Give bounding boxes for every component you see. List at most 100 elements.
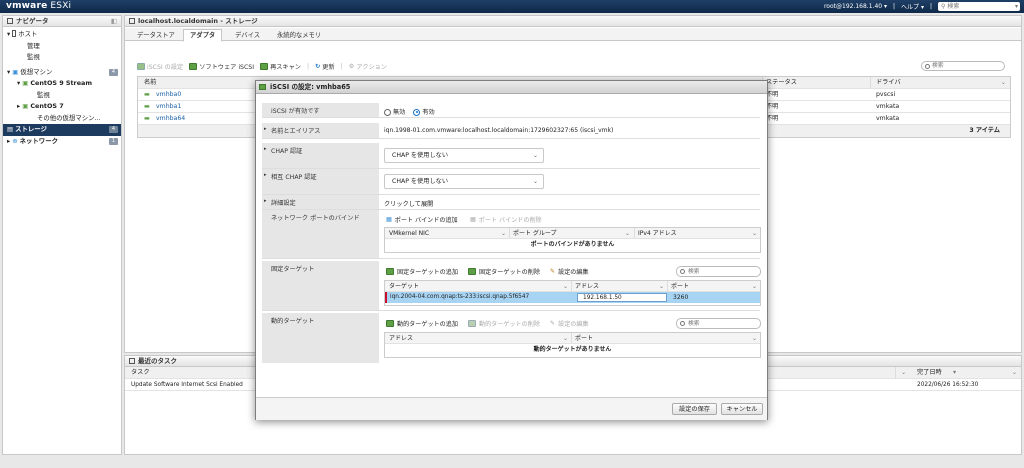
- mutual-chap-select[interactable]: CHAP を使用しない ⌄: [384, 174, 544, 189]
- network-icon: ⊕: [12, 136, 20, 145]
- sort-desc-icon[interactable]: ▾: [953, 367, 956, 379]
- refresh-button[interactable]: ↻ 更新: [315, 62, 335, 71]
- nav-item-centos9-monitor[interactable]: 監視: [3, 90, 121, 102]
- help-menu[interactable]: ヘルプ ▾: [901, 2, 924, 11]
- radio-enabled[interactable]: 有効: [413, 108, 435, 116]
- nav-item-storage[interactable]: ▤ ストレージ 4: [3, 124, 121, 136]
- chap-select[interactable]: CHAP を使用しない ⌄: [384, 148, 544, 163]
- nav-badge: 4: [109, 68, 118, 76]
- nav-item-host[interactable]: ▾ ホスト: [3, 29, 121, 41]
- adapter-link[interactable]: vmhba64: [156, 113, 185, 125]
- chevron-down-icon[interactable]: ⌄: [563, 281, 568, 292]
- cell: vmkata: [876, 115, 900, 122]
- pencil-icon: ✎: [550, 320, 556, 327]
- chevron-down-icon[interactable]: ⌄: [901, 367, 906, 379]
- tab-datastores[interactable]: データストア: [131, 30, 181, 41]
- port-cell: 3260: [673, 294, 689, 301]
- remove-dynamic-target-button[interactable]: 動的ターゲットの削除: [468, 319, 540, 328]
- iscsi-enabled-radios: 無効 有効: [384, 107, 435, 116]
- actions-button[interactable]: ⚙ アクション: [349, 62, 387, 71]
- remove-static-target-button[interactable]: 固定ターゲットの削除: [468, 267, 540, 276]
- chevron-down-icon[interactable]: ⌄: [501, 228, 506, 239]
- chevron-down-icon[interactable]: ⌄: [752, 228, 757, 239]
- tab-persistent-memory[interactable]: 永続的なメモリ: [271, 30, 327, 41]
- adapter-link[interactable]: vmhba0: [156, 89, 181, 101]
- add-port-icon: ▦: [386, 216, 392, 223]
- edit-dynamic-settings-button[interactable]: ✎ 設定の編集: [550, 319, 589, 328]
- col-address[interactable]: アドレス: [575, 281, 599, 292]
- chevron-down-icon[interactable]: ⌄: [1001, 77, 1006, 89]
- cell: Update Software Internet Scsi Enabled: [131, 382, 243, 388]
- adapter-icon: ▬: [144, 103, 150, 110]
- storage-icon: ▤: [7, 125, 16, 133]
- nav-item-monitor[interactable]: 監視: [3, 52, 121, 64]
- chevron-down-icon[interactable]: ⌄: [625, 228, 630, 239]
- nav-item-other-vms[interactable]: その他の仮想マシン...: [3, 113, 121, 125]
- add-static-target-button[interactable]: 固定ターゲットの追加: [386, 267, 458, 276]
- dynamic-targets-grid: アドレス ⌄ ポート ⌄ 動的ターゲットがありません: [384, 332, 761, 358]
- col-ipv4[interactable]: IPv4 アドレス: [638, 228, 677, 239]
- col-port-group[interactable]: ポート グループ: [513, 228, 557, 239]
- nav-item-manage[interactable]: 管理: [3, 41, 121, 53]
- host-icon: [12, 30, 17, 37]
- col-port[interactable]: ポート: [671, 281, 689, 292]
- global-search-input[interactable]: ⚲ 検索 ▾: [938, 2, 1020, 11]
- rescan-icon: [260, 63, 269, 70]
- iscsi-config-button[interactable]: iSCSI の設定: [137, 62, 183, 71]
- nav-item-centos7[interactable]: ▸ ▣ CentOS 7: [3, 101, 121, 113]
- save-button[interactable]: 設定の保存: [672, 403, 717, 415]
- remove-port-binding-button[interactable]: ▦ ポート バインドの削除: [470, 215, 542, 224]
- tasks-icon: [129, 358, 135, 364]
- collapse-icon[interactable]: ◧: [111, 16, 117, 27]
- col-port[interactable]: ポート: [575, 333, 593, 344]
- dynamic-search-input[interactable]: 検索: [676, 318, 761, 329]
- static-targets-grid: ターゲット ⌄ アドレス ⌄ ポート ⌄ iqn.2004-04.com.qna…: [384, 280, 761, 306]
- port-binding-empty: ポートのバインドがありません: [530, 241, 615, 248]
- rescan-button[interactable]: 再スキャン: [260, 62, 301, 71]
- storage-icon: [129, 18, 135, 24]
- chevron-down-icon[interactable]: ⌄: [752, 281, 757, 292]
- col-address[interactable]: アドレス: [389, 333, 413, 344]
- adapter-link[interactable]: vmhba1: [156, 101, 181, 113]
- remove-port-icon: ▦: [470, 216, 476, 223]
- tab-adapters[interactable]: アダプタ: [183, 29, 223, 42]
- edit-settings-button[interactable]: ✎ 設定の編集: [550, 267, 589, 276]
- advanced-expand-link[interactable]: クリックして展開: [384, 199, 433, 208]
- adapters-search-input[interactable]: 検索: [921, 61, 1005, 71]
- chevron-down-icon[interactable]: ⌄: [1012, 367, 1017, 379]
- col-completed[interactable]: 完了日時: [917, 367, 942, 379]
- cell: pvscsi: [876, 91, 896, 98]
- search-icon: [680, 269, 685, 274]
- user-menu[interactable]: root@192.168.1.40 ▾: [824, 3, 887, 10]
- tab-devices[interactable]: デバイス: [229, 30, 266, 41]
- nav-item-network[interactable]: ▸ ⊕ ネットワーク 1: [3, 136, 121, 148]
- address-edit-input[interactable]: 192.168.1.50: [577, 293, 667, 302]
- chevron-down-icon[interactable]: ⌄: [563, 333, 568, 344]
- adapter-icon: ▬: [144, 91, 150, 98]
- static-search-input[interactable]: 検索: [676, 266, 761, 277]
- col-status[interactable]: ステータス: [766, 77, 797, 89]
- radio-disabled[interactable]: 無効: [384, 108, 405, 116]
- col-vmkernel[interactable]: VMkernel NIC: [389, 228, 429, 239]
- add-target-icon: [386, 268, 394, 275]
- cancel-button[interactable]: キャンセル: [721, 403, 763, 415]
- nav-item-vms[interactable]: ▾ ▣ 仮想マシン 4: [3, 67, 121, 79]
- software-iscsi-button[interactable]: ソフトウェア iSCSI: [189, 62, 254, 71]
- col-target[interactable]: ターゲット: [389, 281, 419, 292]
- remove-target-icon: [468, 320, 476, 327]
- add-dynamic-target-button[interactable]: 動的ターゲットの追加: [386, 319, 458, 328]
- chevron-down-icon[interactable]: ⌄: [752, 333, 757, 344]
- search-icon: [925, 64, 930, 69]
- col-sep: [634, 228, 635, 238]
- static-target-row[interactable]: iqn.2004-04.com.qnap:ts-233:iscsi.qnap.5…: [385, 292, 760, 303]
- target-cell: iqn.2004-04.com.qnap:ts-233:iscsi.qnap.5…: [390, 294, 530, 300]
- add-port-binding-button[interactable]: ▦ ポート バインドの追加: [386, 215, 458, 224]
- nav-badge: 1: [109, 137, 118, 145]
- adapter-icon: [259, 84, 266, 90]
- nav-item-centos9[interactable]: ▾ ▣ CentOS 9 Stream: [3, 78, 121, 90]
- col-name[interactable]: 名前: [144, 77, 156, 89]
- port-binding-grid: VMkernel NIC ⌄ ポート グループ ⌄ IPv4 アドレス ⌄ ポー…: [384, 227, 761, 253]
- col-driver[interactable]: ドライバ: [876, 77, 901, 89]
- chevron-down-icon[interactable]: ⌄: [659, 281, 664, 292]
- col-task[interactable]: タスク: [131, 367, 150, 379]
